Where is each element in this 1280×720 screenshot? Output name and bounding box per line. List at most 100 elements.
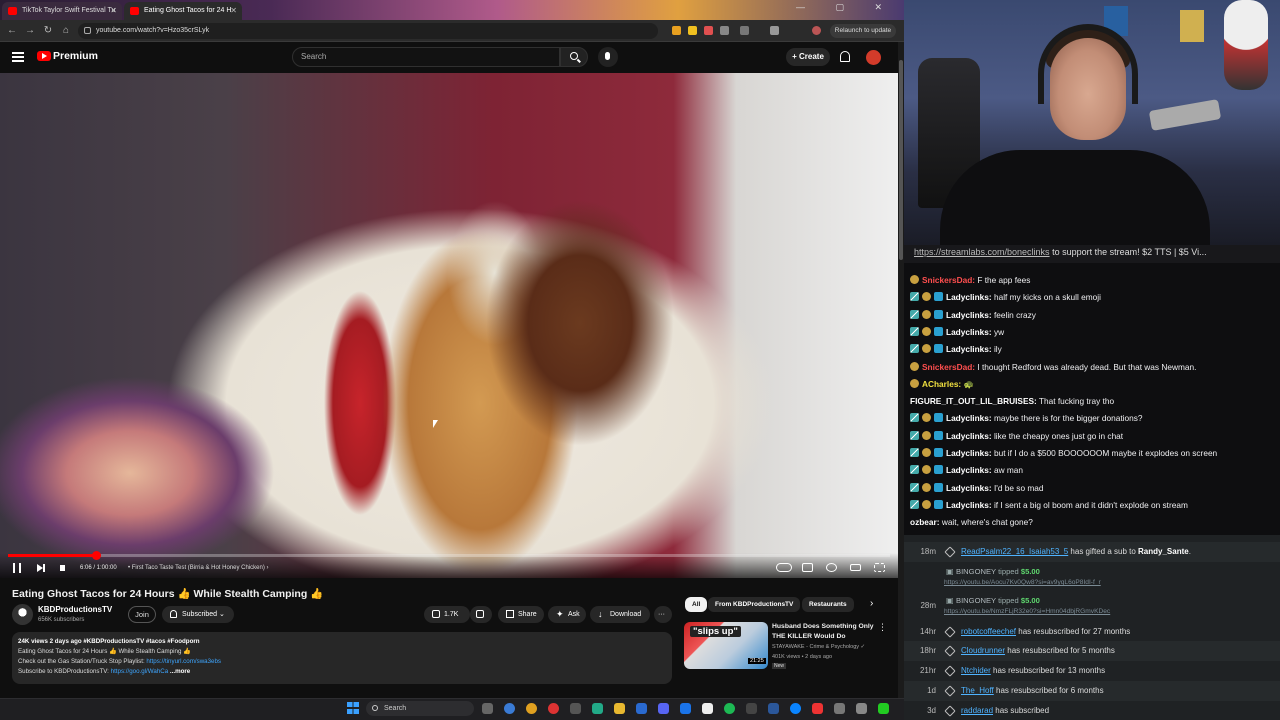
chat-username[interactable]: SnickersDad:: [922, 275, 975, 285]
chat-username[interactable]: ACharles:: [922, 379, 961, 389]
app-icon[interactable]: [702, 703, 713, 714]
discord-icon[interactable]: [658, 703, 669, 714]
playlist-link[interactable]: https://tinyurl.com/swa3ebs: [146, 658, 221, 665]
close-tab-icon[interactable]: ✕: [230, 2, 237, 20]
progress-bar[interactable]: [8, 554, 890, 557]
taskbar-search-input[interactable]: Search: [366, 701, 474, 716]
captions-icon[interactable]: [802, 563, 813, 572]
steam-icon[interactable]: [636, 703, 647, 714]
windows-start-icon[interactable]: [347, 702, 359, 714]
chat-username[interactable]: Ladyclinks:: [946, 327, 992, 337]
extension-icon[interactable]: [672, 26, 681, 35]
url-field[interactable]: youtube.com/watch?v=Hzo35crSLyk: [78, 23, 658, 39]
chat-username[interactable]: Ladyclinks:: [946, 292, 992, 302]
chevron-right-icon[interactable]: ›: [870, 598, 873, 609]
search-input[interactable]: Search: [292, 47, 560, 67]
share-button[interactable]: Share: [498, 606, 544, 623]
tab-youtube-active[interactable]: Eating Ghost Tacos for 24 H ✕: [124, 2, 242, 20]
app-icon[interactable]: [834, 703, 845, 714]
reload-icon[interactable]: ↻: [42, 24, 54, 38]
channel-avatar[interactable]: [12, 604, 33, 625]
tab-tiktok[interactable]: TikTok Taylor Swift Festival Tu ✕: [2, 2, 122, 20]
recommended-video-title[interactable]: Husband Does Something Only THE KILLER W…: [772, 622, 876, 642]
recommended-video-channel[interactable]: STAYAWAKE - Crime & Psychology ✓: [772, 644, 865, 650]
youtube-logo-icon[interactable]: [37, 51, 51, 61]
hamburger-menu-icon[interactable]: [12, 52, 24, 62]
chat-username[interactable]: SnickersDad:: [922, 362, 975, 372]
chip-restaurants[interactable]: Restaurants: [802, 597, 854, 612]
app-icon[interactable]: [856, 703, 867, 714]
join-button[interactable]: Join: [128, 606, 156, 623]
download-button[interactable]: ↓ Download: [590, 606, 650, 623]
app-icon[interactable]: [570, 703, 581, 714]
chat-username[interactable]: Ladyclinks:: [946, 483, 992, 493]
chat-username[interactable]: Ladyclinks:: [946, 448, 992, 458]
ask-button[interactable]: ✦ Ask: [548, 606, 586, 623]
voice-search-mic-icon[interactable]: [598, 47, 618, 67]
chat-username[interactable]: Ladyclinks:: [946, 465, 992, 475]
app-icon[interactable]: [790, 703, 801, 714]
copilot-icon[interactable]: [504, 703, 515, 714]
create-button[interactable]: + Create: [786, 48, 830, 66]
theater-mode-icon[interactable]: [850, 564, 861, 571]
avatar[interactable]: [866, 50, 881, 65]
relaunch-button[interactable]: Relaunch to update: [830, 24, 896, 38]
chip-from-channel[interactable]: From KBDProductionsTV: [708, 597, 801, 612]
chat-username[interactable]: Ladyclinks:: [946, 310, 992, 320]
kebab-menu-icon[interactable]: ⋮: [878, 622, 887, 633]
pause-icon[interactable]: [13, 563, 21, 573]
app-icon[interactable]: [746, 703, 757, 714]
app-icon[interactable]: [812, 703, 823, 714]
chat-username[interactable]: Ladyclinks:: [946, 431, 992, 441]
window-controls[interactable]: — ▢ ✕: [796, 2, 896, 13]
autoplay-toggle-icon[interactable]: [776, 563, 792, 572]
chat-username[interactable]: Ladyclinks:: [946, 344, 992, 354]
event-user[interactable]: raddarad: [961, 706, 993, 715]
avatar[interactable]: [812, 26, 821, 35]
file-explorer-icon[interactable]: [614, 703, 625, 714]
chapter-title[interactable]: • First Taco Taste Test (Birria & Hot Ho…: [128, 565, 268, 571]
chrome-icon[interactable]: [526, 703, 537, 714]
settings-gear-icon[interactable]: [826, 563, 837, 572]
volume-icon[interactable]: [60, 565, 65, 571]
subscribe-link[interactable]: https://goo.gl/WahCa: [111, 668, 169, 675]
next-video-icon[interactable]: [37, 564, 45, 572]
event-target-user[interactable]: Randy_Sante: [1138, 547, 1189, 556]
app-icon[interactable]: [548, 703, 559, 714]
chat-username[interactable]: Ladyclinks:: [946, 500, 992, 510]
tip-message-link[interactable]: https://youtu.be/Aocu7Kv0Qw8?si=av9yqL6o…: [944, 578, 1101, 588]
extension-icon[interactable]: [720, 26, 729, 35]
profile-icon[interactable]: [770, 26, 779, 35]
show-more-link[interactable]: ...more: [170, 668, 190, 675]
extension-icon[interactable]: [688, 26, 697, 35]
event-user[interactable]: Ntchider: [961, 666, 991, 675]
video-description[interactable]: 24K views 2 days ago #KBDProductionsTV #…: [12, 632, 672, 684]
subscribed-button[interactable]: Subscribed ⌄: [162, 606, 234, 623]
extension-icon[interactable]: [704, 26, 713, 35]
back-arrow-icon[interactable]: ←: [6, 24, 18, 38]
close-tab-icon[interactable]: ✕: [110, 2, 117, 20]
tip-message-link[interactable]: https://youtu.be/NmzFLjR32e0?si=Hmn04dbj…: [944, 607, 1110, 617]
fullscreen-icon[interactable]: [874, 563, 885, 572]
youtube-premium-wordmark[interactable]: Premium: [53, 50, 98, 62]
notifications-bell-icon[interactable]: [840, 51, 850, 62]
channel-name[interactable]: KBDProductionsTV: [38, 605, 112, 614]
like-button[interactable]: 1.7K: [424, 606, 470, 623]
event-user[interactable]: robotcoffeechef: [961, 627, 1016, 636]
chip-all[interactable]: All: [685, 597, 708, 612]
task-view-icon[interactable]: [482, 703, 493, 714]
word-icon[interactable]: [768, 703, 779, 714]
scrollbar-thumb[interactable]: [899, 60, 903, 260]
more-actions-button[interactable]: ···: [654, 606, 672, 623]
event-user[interactable]: ReadPsalm22_16_Isaiah53_5: [961, 547, 1068, 556]
streamlabs-link[interactable]: https://streamlabs.com/boneclinks: [914, 247, 1050, 257]
dislike-button[interactable]: [470, 606, 492, 623]
extensions-puzzle-icon[interactable]: [740, 26, 749, 35]
video-player[interactable]: [0, 73, 898, 578]
chat-username[interactable]: FIGURE_IT_OUT_LIL_BRUISES:: [910, 396, 1037, 406]
search-button[interactable]: [560, 47, 588, 67]
app-icon[interactable]: [680, 703, 691, 714]
event-user[interactable]: The_Hoff: [961, 686, 994, 695]
app-icon[interactable]: [592, 703, 603, 714]
app-icon[interactable]: [878, 703, 889, 714]
